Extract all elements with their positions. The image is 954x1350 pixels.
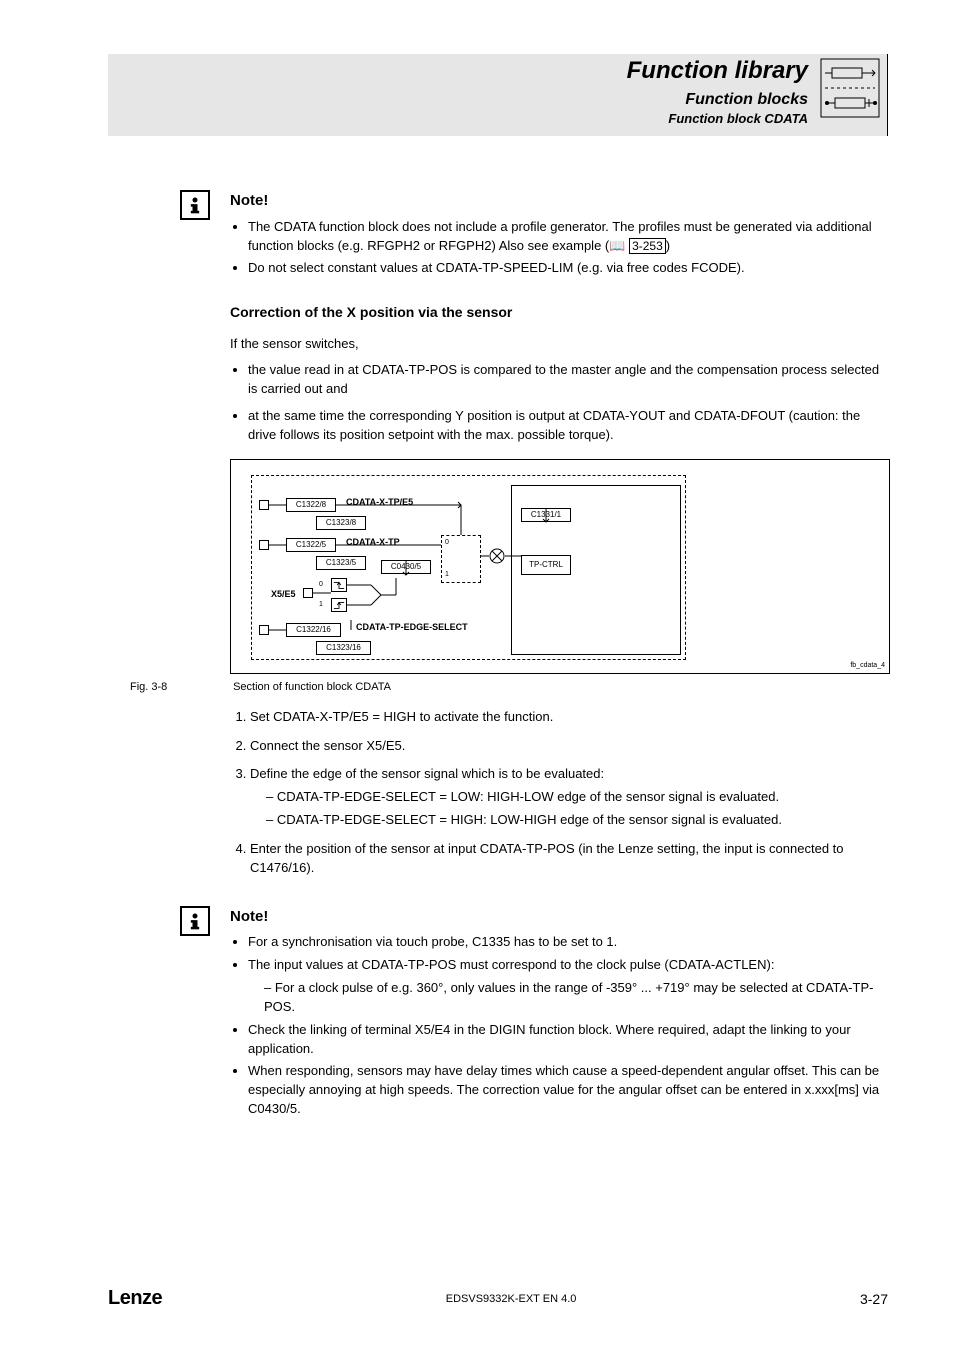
intro-text: If the sensor switches, (230, 335, 890, 354)
list-item: at the same time the corresponding Y pos… (248, 407, 890, 445)
page-number: 3-27 (860, 1291, 888, 1307)
procedure-steps: Set CDATA-X-TP/E5 = HIGH to activate the… (230, 708, 890, 878)
note-block-2: Note! For a synchronisation via touch pr… (230, 906, 890, 1123)
note-block-1: Note! The CDATA function block does not … (230, 190, 890, 282)
section-heading: Correction of the X position via the sen… (230, 302, 890, 322)
sub-item: – CDATA-TP-EDGE-SELECT = LOW: HIGH-LOW e… (266, 788, 890, 807)
figure-caption-text: Section of function block CDATA (233, 681, 391, 693)
note-item: For a synchronisation via touch probe, C… (248, 933, 890, 952)
note-list: For a synchronisation via touch probe, C… (230, 933, 890, 1119)
doc-id: EDSVS9332K-EXT EN 4.0 (446, 1293, 577, 1305)
note-item: The CDATA function block does not includ… (248, 218, 890, 256)
lenze-logo: Lenze (108, 1287, 162, 1310)
figure-caption: Fig. 3-8 Section of function block CDATA (230, 680, 890, 696)
step-item: Enter the position of the sensor at inpu… (250, 840, 890, 878)
diagram-ref: fb_cdata_4 (850, 661, 885, 671)
note-heading: Note! (230, 906, 890, 928)
cross-ref-link[interactable]: 3-253 (629, 238, 666, 254)
figure-number: Fig. 3-8 (130, 680, 230, 696)
step-item: Define the edge of the sensor signal whi… (250, 765, 890, 830)
note-heading: Note! (230, 190, 890, 212)
header-title: Function library (108, 57, 808, 85)
note-item: Check the linking of terminal X5/E4 in t… (248, 1021, 890, 1059)
header-subtitle-1: Function blocks (108, 91, 808, 109)
page-content: Note! The CDATA function block does not … (230, 190, 890, 1143)
note-item: Do not select constant values at CDATA-T… (248, 259, 890, 278)
step-item: Connect the sensor X5/E5. (250, 737, 890, 756)
diagram-cdata: C1322/8 CDATA-X-TP/E5 C1323/8 C1322/5 CD… (230, 459, 890, 674)
note-item: The input values at CDATA-TP-POS must co… (248, 956, 890, 1017)
note-item: When responding, sensors may have delay … (248, 1062, 890, 1119)
diagram-wires (231, 460, 891, 675)
step-item: Set CDATA-X-TP/E5 = HIGH to activate the… (250, 708, 890, 727)
header-subtitle-2: Function block CDATA (108, 111, 808, 126)
info-icon (180, 906, 210, 936)
page-footer: Lenze EDSVS9332K-EXT EN 4.0 3-27 (108, 1287, 888, 1310)
sub-item: – For a clock pulse of e.g. 360°, only v… (264, 979, 890, 1017)
info-icon (180, 190, 210, 220)
note-list: The CDATA function block does not includ… (230, 218, 890, 279)
function-block-glyph-icon (820, 58, 880, 118)
sub-item: – CDATA-TP-EDGE-SELECT = HIGH: LOW-HIGH … (266, 811, 890, 830)
page-header: Function library Function blocks Functio… (108, 57, 808, 126)
list-item: the value read in at CDATA-TP-POS is com… (248, 361, 890, 399)
sensor-bullets: the value read in at CDATA-TP-POS is com… (230, 361, 890, 444)
